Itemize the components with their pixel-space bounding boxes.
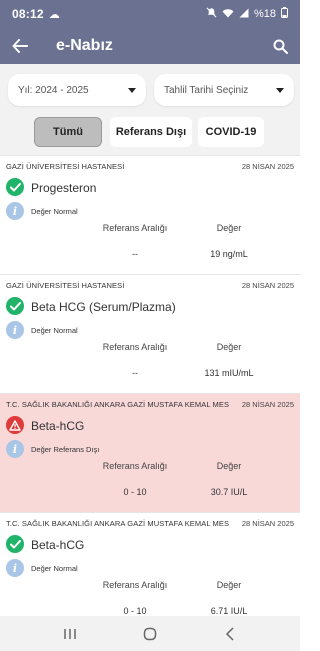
system-nav-bar	[0, 616, 300, 651]
recent-apps-button[interactable]	[50, 619, 90, 649]
ref-range-header: Referans Aralığı	[102, 461, 168, 471]
value-header: Değer	[216, 342, 242, 352]
ref-range-header: Referans Aralığı	[102, 342, 168, 352]
app-bar: e-Nabız	[0, 28, 300, 64]
result-date: 28 NİSAN 2025	[241, 400, 294, 409]
info-icon[interactable]: i	[6, 202, 24, 220]
ref-range-value: --	[132, 249, 138, 259]
year-select[interactable]: Yıl: 2024 - 2025	[8, 74, 146, 106]
result-date: 28 NİSAN 2025	[241, 519, 294, 528]
dropdown-arrow-icon	[128, 87, 136, 93]
ref-range-value: 0 - 10	[123, 606, 147, 616]
results-list[interactable]: GAZİ ÜNİVERSİTESİ HASTANESİ 28 NİSAN 202…	[0, 155, 300, 616]
year-select-value: Yıl: 2024 - 2025	[18, 84, 89, 96]
check-icon	[6, 297, 24, 315]
ref-range-header: Referans Aralığı	[102, 223, 168, 233]
result-card[interactable]: T.C. SAĞLIK BAKANLIĞI ANKARA GAZİ MUSTAF…	[0, 512, 300, 616]
recent-apps-icon	[64, 628, 76, 639]
test-date-select[interactable]: Tahlil Tarihi Seçiniz	[154, 74, 294, 106]
back-button[interactable]	[0, 39, 40, 53]
value-header: Değer	[216, 580, 242, 590]
app-title: e-Nabız	[56, 37, 113, 54]
result-date: 28 NİSAN 2025	[241, 162, 294, 171]
search-icon	[273, 39, 288, 54]
check-icon	[6, 178, 24, 196]
wifi-icon	[222, 8, 234, 21]
status-bar: 08:12 ☁ %18	[0, 0, 300, 28]
system-back-button[interactable]	[210, 619, 250, 649]
battery-text: %18	[253, 8, 276, 20]
dropdown-arrow-icon	[276, 87, 284, 93]
test-name: Beta-hCG	[31, 419, 85, 433]
result-status: Değer Normal	[31, 207, 78, 216]
status-icons: %18	[206, 7, 288, 21]
test-name: Beta-hCG	[31, 538, 85, 552]
value-header: Değer	[216, 461, 242, 471]
battery-icon	[281, 7, 288, 21]
result-card[interactable]: GAZİ ÜNİVERSİTESİ HASTANESİ 28 NİSAN 202…	[0, 274, 300, 393]
mute-icon	[206, 7, 217, 21]
ref-range-value: --	[132, 368, 138, 378]
info-icon[interactable]: i	[6, 440, 24, 458]
home-button[interactable]	[130, 619, 170, 649]
divider	[0, 393, 300, 394]
chevron-left-icon	[225, 626, 234, 641]
divider	[0, 512, 300, 513]
ref-range-header: Referans Aralığı	[102, 580, 168, 590]
result-value: 30.7 IU/L	[210, 487, 248, 497]
divider	[0, 155, 300, 156]
status-time: 08:12	[12, 7, 44, 21]
divider	[0, 274, 300, 275]
test-name: Progesteron	[31, 181, 97, 195]
info-icon[interactable]: i	[6, 559, 24, 577]
result-card[interactable]: GAZİ ÜNİVERSİTESİ HASTANESİ 28 NİSAN 202…	[0, 155, 300, 274]
result-status: Değer Referans Dışı	[31, 445, 100, 454]
tab-covid-19[interactable]: COVID-19	[198, 117, 264, 147]
ref-range-value: 0 - 10	[123, 487, 147, 497]
warning-icon	[6, 416, 24, 434]
tab-all[interactable]: Tümü	[34, 117, 102, 147]
result-value: 131 mIU/mL	[204, 368, 254, 378]
hospital-name: T.C. SAĞLIK BAKANLIĞI ANKARA GAZİ MUSTAF…	[6, 400, 230, 409]
test-date-select-value: Tahlil Tarihi Seçiniz	[164, 84, 249, 96]
result-date: 28 NİSAN 2025	[241, 281, 294, 290]
value-header: Değer	[216, 223, 242, 233]
cloud-icon: ☁	[48, 8, 60, 21]
home-icon	[143, 627, 157, 640]
search-button[interactable]	[260, 39, 300, 54]
result-status: Değer Normal	[31, 326, 78, 335]
hospital-name: T.C. SAĞLIK BAKANLIĞI ANKARA GAZİ MUSTAF…	[6, 519, 230, 528]
tab-out-of-range[interactable]: Referans Dışı	[110, 117, 192, 147]
result-card-out-of-range[interactable]: T.C. SAĞLIK BAKANLIĞI ANKARA GAZİ MUSTAF…	[0, 393, 300, 512]
hospital-name: GAZİ ÜNİVERSİTESİ HASTANESİ	[6, 162, 125, 171]
check-icon	[6, 535, 24, 553]
result-status: Değer Normal	[31, 564, 78, 573]
arrow-left-icon	[12, 39, 28, 53]
result-value: 6.71 IU/L	[210, 606, 248, 616]
hospital-name: GAZİ ÜNİVERSİTESİ HASTANESİ	[6, 281, 125, 290]
info-icon[interactable]: i	[6, 321, 24, 339]
result-value: 19 ng/mL	[210, 249, 248, 259]
signal-icon	[239, 8, 249, 21]
test-name: Beta HCG (Serum/Plazma)	[31, 300, 176, 314]
